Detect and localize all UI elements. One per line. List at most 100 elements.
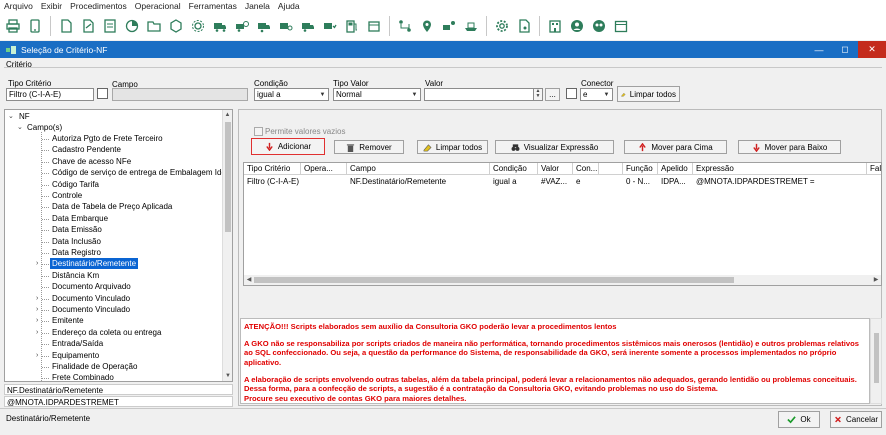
tree-item[interactable]: Data Emissão [52,224,102,235]
tree-node-root[interactable]: NF [19,111,30,122]
grid-header-conector[interactable]: Con... [573,163,599,175]
valor-ellipsis-button[interactable]: ... [545,88,560,101]
warning-scroll-thumb[interactable] [874,333,879,383]
conector-checkbox[interactable] [566,88,577,99]
grid-horizontal-scrollbar[interactable]: ◀ ▶ [244,275,881,285]
remover-button[interactable]: Remover [334,140,404,154]
tree-item[interactable]: Entrada/Saída [52,338,103,349]
truck-clock-icon[interactable] [233,18,250,35]
box-icon[interactable] [365,18,382,35]
grid-cell-tipo-criterio[interactable]: Filtro (C-I-A-E) [244,176,301,188]
menu-exibir[interactable]: Exibir [41,1,62,11]
tree-item[interactable]: Emitente [52,315,84,326]
tree-item[interactable]: Data Inclusão [52,236,101,247]
grid-header-campo[interactable]: Campo [347,163,490,175]
grid-cell-expressao[interactable]: @MNOTA.IDPARDESTREMET = [693,176,867,188]
tree-item[interactable]: Documento Vinculado [52,293,130,304]
expand-arrow-icon[interactable]: › [36,304,38,315]
valor-spinner[interactable]: ▲ ▼ [533,88,543,101]
collapse-arrow-icon[interactable]: ⌄ [8,111,14,122]
mobile-icon[interactable] [26,18,43,35]
grid-header-valor[interactable]: Valor [538,163,573,175]
collapse-arrow-icon[interactable]: ⌄ [17,122,23,133]
menu-procedimentos[interactable]: Procedimentos [70,1,127,11]
tree-item[interactable]: Controle [52,190,82,201]
grid-cell-funcao[interactable]: 0 - N... [623,176,658,188]
gear-document-icon[interactable] [189,18,206,35]
truck-money-icon[interactable] [255,18,272,35]
calendar-icon[interactable] [612,18,629,35]
grid-header-blank[interactable] [599,163,623,175]
grid-header-condicao[interactable]: Condição [490,163,538,175]
user-group-icon[interactable] [590,18,607,35]
valor-input[interactable] [424,88,534,101]
tree-item[interactable]: Documento Vinculado [52,304,130,315]
grid-header-funcao[interactable]: Função [623,163,658,175]
expand-arrow-icon[interactable]: › [36,327,38,338]
truck-icon[interactable] [211,18,228,35]
expand-arrow-icon[interactable]: › [36,350,38,361]
building-icon[interactable] [546,18,563,35]
location-pin-icon[interactable] [418,18,435,35]
spin-down-icon[interactable]: ▼ [534,94,542,99]
truck-check-icon[interactable] [321,18,338,35]
truck-search-icon[interactable] [277,18,294,35]
grid-header-tipo-criterio[interactable]: Tipo Critério [244,163,301,175]
tree-item[interactable]: Data Registro [52,247,101,258]
tree-item[interactable]: Cadastro Pendente [52,144,121,155]
tree-item[interactable]: Distância Km [52,270,99,281]
grid-header-expressao[interactable]: Expressão [693,163,867,175]
cube-icon[interactable] [167,18,184,35]
tree-scroll-thumb[interactable] [225,122,231,232]
ok-button[interactable]: Ok [778,411,820,428]
fuel-icon[interactable] [343,18,360,35]
scroll-right-icon[interactable]: ▶ [871,275,881,285]
minimize-button[interactable]: — [806,41,832,58]
document-settings-icon[interactable] [515,18,532,35]
tree-item[interactable]: Data Embarque [52,213,108,224]
tree-item[interactable]: Destinatário/Remetente [50,258,139,270]
grid-header-operador[interactable]: Opera... [301,163,347,175]
tree-item[interactable]: Equipamento [52,350,99,361]
tree-node-group[interactable]: Campo(s) [27,122,62,133]
condicao-select[interactable]: igual a ▼ [254,88,329,101]
warning-scrollbar[interactable] [870,318,882,404]
folder-icon[interactable] [145,18,162,35]
conector-select[interactable]: e ▼ [580,88,613,101]
grid-cell-valor[interactable]: #VAZ... [538,176,573,188]
ship-icon[interactable] [462,18,479,35]
tipo-criterio-field[interactable]: Filtro (C-I-A-E) [6,88,94,101]
invoice-icon[interactable] [101,18,118,35]
tree-item[interactable]: Documento Arquivado [52,281,131,292]
chart-pie-icon[interactable] [123,18,140,35]
maximize-button[interactable]: ◻ [832,41,858,58]
tree-item[interactable]: Endereço da coleta ou entrega [52,327,161,338]
route-icon[interactable] [396,18,413,35]
document-edit-icon[interactable] [79,18,96,35]
expand-arrow-icon[interactable]: › [36,315,38,326]
visualizar-expressao-button[interactable]: Visualizar Expressão [495,140,614,154]
grid-cell-blank[interactable] [599,176,623,188]
limpar-todos-top-button[interactable]: Limpar todos [617,86,680,102]
user-circle-icon[interactable] [568,18,585,35]
tree-item[interactable]: Finalidade de Operação [52,361,137,372]
tipo-criterio-checkbox[interactable] [97,88,108,99]
gear-icon[interactable] [493,18,510,35]
truck-route-icon[interactable] [440,18,457,35]
close-button[interactable]: ✕ [858,41,886,58]
truck-doc-icon[interactable] [299,18,316,35]
grid-cell-operador[interactable] [301,176,347,188]
grid-cell-conector[interactable]: e [573,176,599,188]
menu-janela[interactable]: Janela [245,1,270,11]
tree-item[interactable]: Autoriza Pgto de Frete Terceiro [52,133,163,144]
scroll-left-icon[interactable]: ◀ [244,275,254,285]
cancel-button[interactable]: Cancelar [830,411,882,428]
tree-item[interactable]: Chave de acesso NFe [52,156,131,167]
scroll-up-icon[interactable]: ▲ [223,110,232,120]
menu-ajuda[interactable]: Ajuda [278,1,300,11]
adicionar-button[interactable]: Adicionar [251,138,325,155]
grid-cell-apelido[interactable]: IDPA... [658,176,693,188]
grid-header-falta[interactable]: Falt [867,163,881,175]
tree-item[interactable]: Código Tarifa [52,179,99,190]
menu-ferramentas[interactable]: Ferramentas [189,1,237,11]
